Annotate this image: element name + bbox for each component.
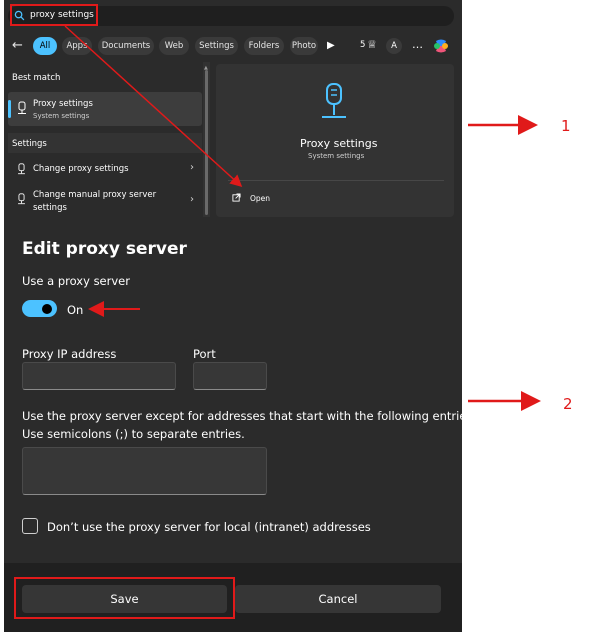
avatar[interactable]: A: [386, 38, 402, 54]
result-label-line2: settings: [33, 203, 67, 213]
filter-documents[interactable]: Documents: [98, 37, 154, 55]
best-match-title: Proxy settings: [33, 99, 93, 109]
exceptions-field[interactable]: [22, 447, 267, 495]
local-bypass-label: Don’t use the proxy server for local (in…: [47, 520, 371, 534]
filter-web[interactable]: Web: [159, 37, 189, 55]
toggle-knob: [42, 304, 52, 314]
save-highlight-box: [14, 577, 235, 619]
use-proxy-label: Use a proxy server: [22, 274, 130, 288]
best-match-heading: Best match: [12, 73, 61, 83]
result-label: Change proxy settings: [33, 164, 129, 174]
search-highlight-box: [10, 4, 98, 26]
settings-heading: Settings: [12, 139, 47, 149]
proxy-icon: [18, 193, 25, 205]
best-match-item[interactable]: [8, 92, 202, 126]
more-options-icon[interactable]: …: [412, 38, 423, 51]
cancel-button[interactable]: Cancel: [235, 585, 441, 613]
filter-apps[interactable]: Apps: [62, 37, 92, 55]
preview-title: Proxy settings: [300, 137, 378, 150]
proxy-icon: [18, 101, 26, 114]
step-number-2: 2: [563, 395, 573, 413]
filter-folders[interactable]: Folders: [244, 37, 284, 55]
scrollbar-thumb[interactable]: [205, 70, 208, 215]
filter-photos[interactable]: Photo: [290, 37, 318, 55]
scroll-right-icon[interactable]: ▶: [327, 40, 335, 51]
open-external-icon: [232, 193, 241, 202]
exceptions-label-line2: Use semicolons (;) to separate entries.: [22, 427, 245, 441]
proxy-icon: [18, 163, 25, 175]
copilot-icon[interactable]: [432, 37, 450, 55]
chevron-right-icon: ›: [190, 194, 194, 205]
best-match-subtitle: System settings: [33, 112, 90, 120]
step-number-1: 1: [561, 117, 571, 135]
result-label-line1: Change manual proxy server: [33, 190, 157, 200]
selection-indicator: [8, 100, 11, 118]
proxy-large-icon: [322, 83, 346, 118]
port-field[interactable]: [193, 362, 267, 390]
filter-settings[interactable]: Settings: [195, 37, 238, 55]
divider: [228, 180, 444, 181]
rewards-points: 5: [360, 40, 366, 50]
preview-subtitle: System settings: [308, 152, 365, 160]
proxy-ip-label: Proxy IP address: [22, 347, 117, 361]
chevron-right-icon: ›: [190, 162, 194, 173]
scroll-up-icon[interactable]: ▲: [204, 65, 208, 71]
toggle-state-label: On: [67, 303, 84, 317]
proxy-ip-field[interactable]: [22, 362, 176, 390]
dialog-title: Edit proxy server: [22, 239, 187, 259]
port-label: Port: [193, 347, 216, 361]
filter-all[interactable]: All: [33, 37, 57, 55]
open-label: Open: [250, 194, 271, 203]
exceptions-label-line1: Use the proxy server except for addresse…: [22, 409, 477, 423]
back-arrow-icon[interactable]: ←: [12, 38, 23, 53]
local-bypass-checkbox[interactable]: [22, 518, 38, 534]
trophy-icon: ♕: [367, 38, 377, 51]
